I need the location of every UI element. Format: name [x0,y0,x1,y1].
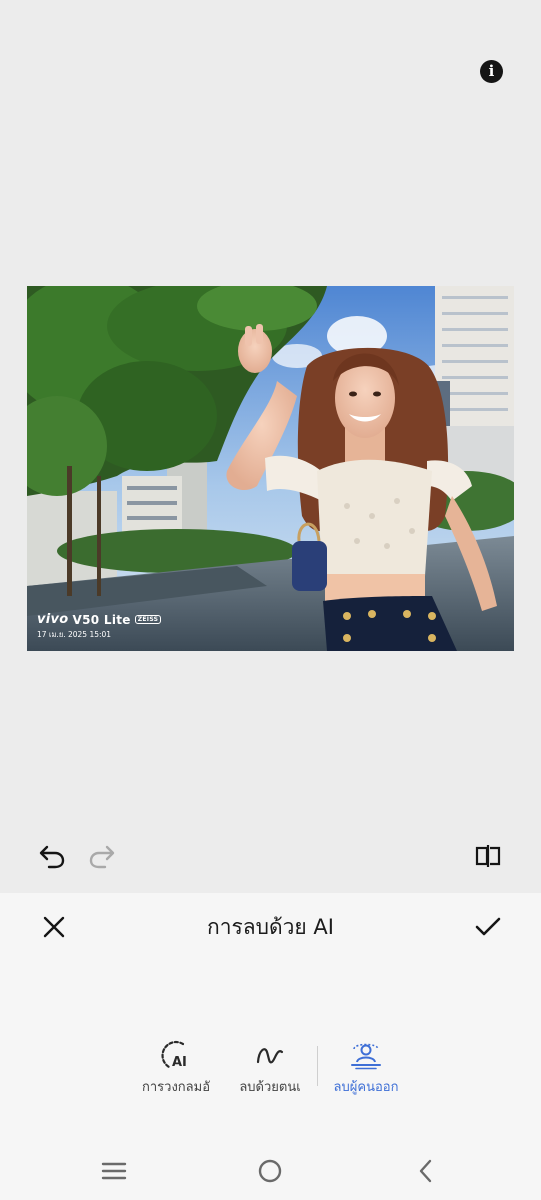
close-icon[interactable] [38,911,70,943]
compare-icon[interactable] [470,838,506,874]
menu-icon[interactable] [94,1155,134,1187]
back-icon[interactable] [406,1155,446,1187]
svg-text:AI: AI [172,1055,187,1070]
check-icon[interactable] [470,911,506,943]
mode-remove-people[interactable]: ลบผู้คนออก [326,1038,406,1102]
remove-people-icon [349,1038,383,1072]
mode-divider [317,1046,318,1086]
mode-label-remove-people: ลบผู้คนออก [333,1080,399,1095]
panel-header: การลบด้วย AI [0,893,541,961]
watermark-model: V50 Lite [72,612,131,627]
panel-title: การลบด้วย AI [207,915,334,939]
redo-icon[interactable] [84,838,120,874]
photo-illustration [27,286,514,651]
photo-watermark: vivo V50 Lite ZEISS 17 เม.ย. 2025 15:01 [37,612,162,641]
system-nav-bar [0,1145,541,1200]
ai-circle-icon: AI [161,1038,191,1072]
erase-mode-selector: AI การวงกลมอั ลบด้วยตนเ ลบผู้คนออก [0,1038,541,1102]
brand-logo: vivo [37,612,69,627]
mode-manual-erase[interactable]: ลบด้วยตนเ [230,1038,310,1102]
edited-photo[interactable]: vivo V50 Lite ZEISS 17 เม.ย. 2025 15:01 [27,286,514,651]
mode-label-manual: ลบด้วยตนเ [239,1080,301,1095]
watermark-brand: vivo V50 Lite ZEISS [37,612,162,627]
brush-stroke-icon [255,1038,285,1072]
watermark-date: 17 เม.ย. 2025 15:01 [37,630,112,639]
lens-badge: ZEISS [134,615,162,624]
home-icon[interactable] [250,1155,290,1187]
undo-icon[interactable] [34,838,70,874]
info-icon[interactable]: i [480,60,503,83]
mode-label-ai-circle: การวงกลมอั [141,1080,210,1095]
mode-ai-circle[interactable]: AI การวงกลมอั [136,1038,216,1102]
editor-canvas: i vivo V50 Lite ZEISS 17 เม.ย. 2025 15:0… [0,0,541,893]
